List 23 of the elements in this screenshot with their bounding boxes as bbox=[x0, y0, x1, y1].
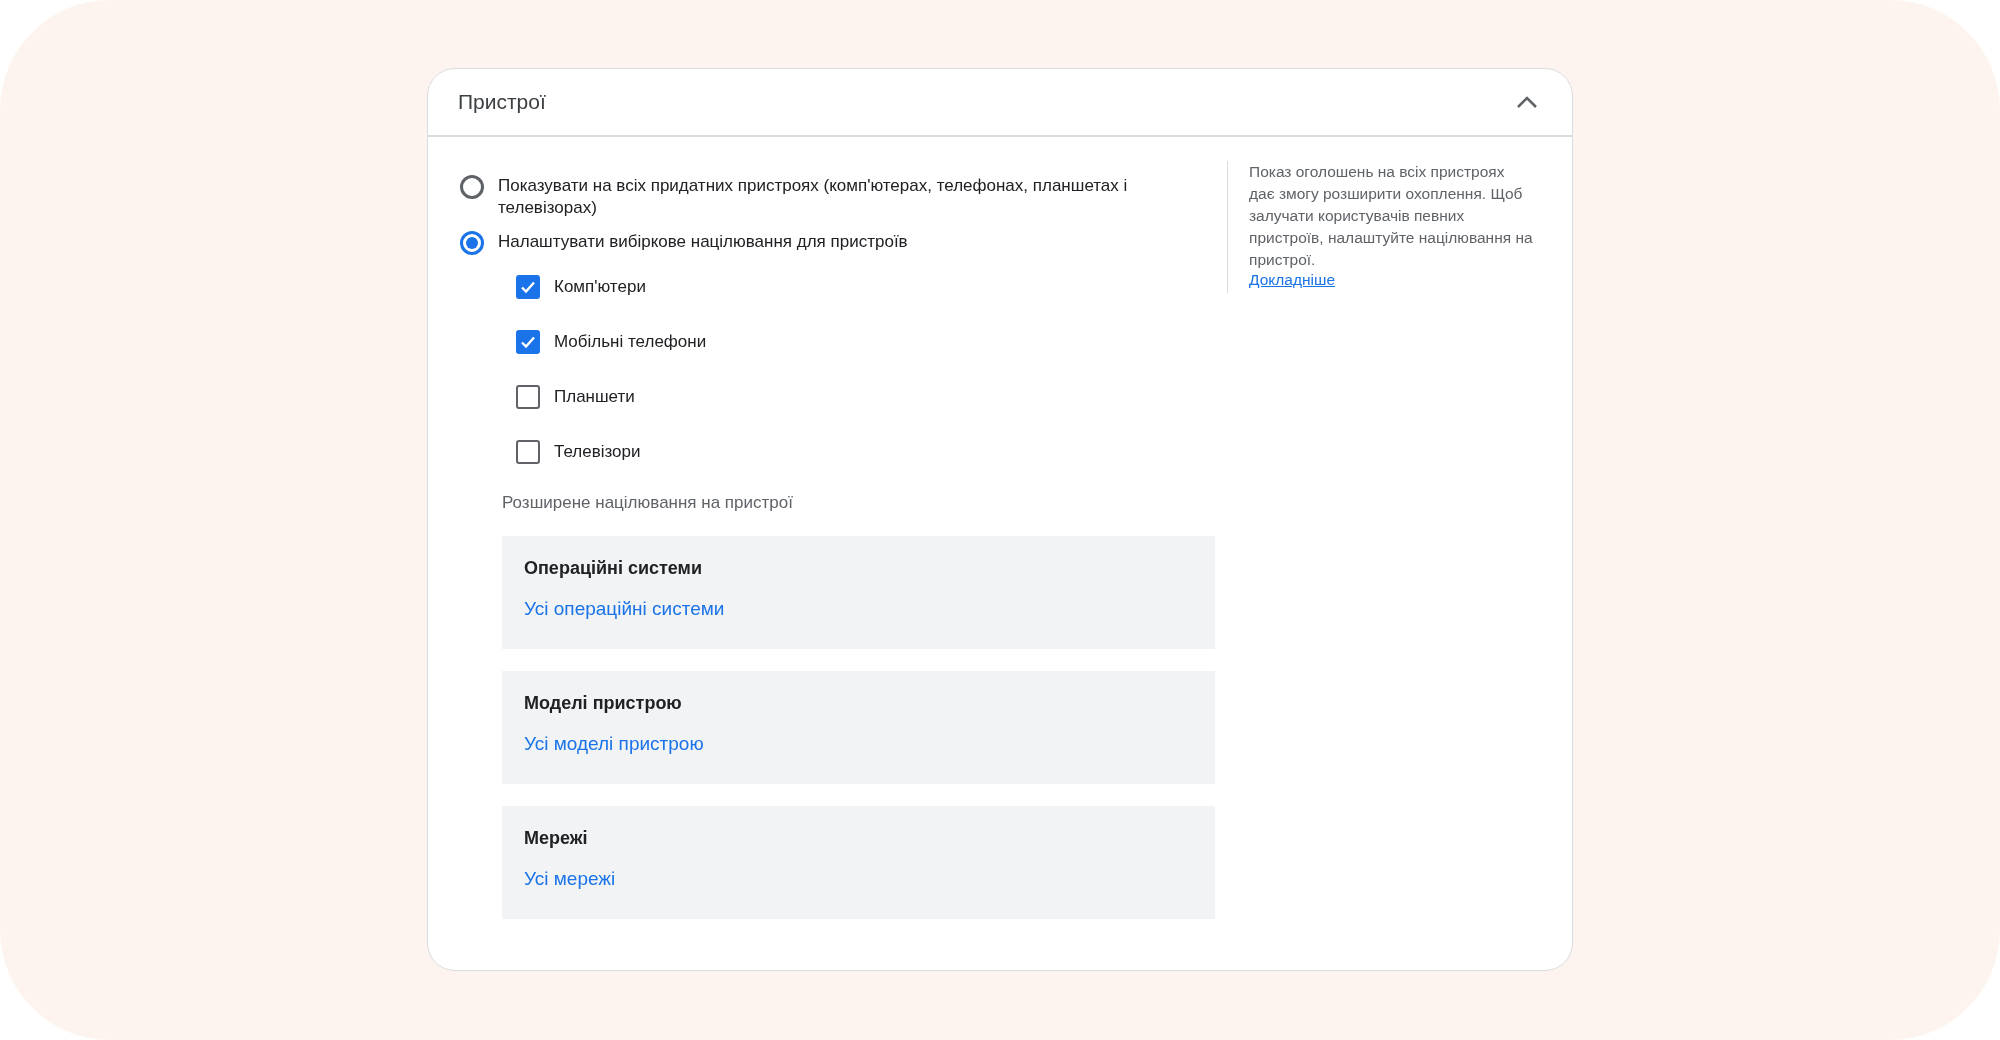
checkbox[interactable] bbox=[516, 439, 540, 464]
panel-title: Моделі пристрою bbox=[524, 693, 683, 714]
checkbox[interactable] bbox=[516, 384, 540, 409]
checkbox-label: Комп'ютери bbox=[554, 276, 646, 297]
radio-label: Показувати на всіх придатних пристроях (комп'ютерах, телефонах, планшетах і телевізорах) bbox=[498, 175, 1129, 219]
panel-link[interactable]: Усі моделі пристрою bbox=[524, 733, 1193, 755]
radio-label: Налаштувати вибіркове націлювання для пристроїв bbox=[498, 231, 908, 253]
advanced-heading: Розширене націлювання на пристрої bbox=[502, 493, 794, 513]
radio-button[interactable] bbox=[460, 231, 484, 255]
panel-link[interactable]: Усі мережі bbox=[524, 868, 1193, 890]
checkbox-label: Телевізори bbox=[554, 441, 641, 462]
learn-more-link[interactable]: Докладніше bbox=[1249, 271, 1335, 288]
panel-link[interactable]: Усі операційні системи bbox=[524, 598, 1193, 620]
checkbox-label: Мобільні телефони bbox=[554, 331, 707, 352]
radio-button[interactable] bbox=[460, 175, 484, 199]
section-title: Пристрої bbox=[458, 90, 546, 114]
chevron-icon bbox=[1516, 95, 1538, 109]
help-text: Показ оголошень на всіх пристроях дає змогу розширити охоплення. Щоб залучати користувачів певних пристроїв, налаштуйте націлювання на пристрої. bbox=[1249, 162, 1534, 270]
checkbox[interactable] bbox=[516, 274, 540, 299]
checkbox-label: Планшети bbox=[554, 386, 635, 407]
panel-title: Мережі bbox=[524, 828, 589, 849]
checkbox[interactable] bbox=[516, 329, 540, 354]
panel-title: Операційні системи bbox=[524, 558, 703, 579]
